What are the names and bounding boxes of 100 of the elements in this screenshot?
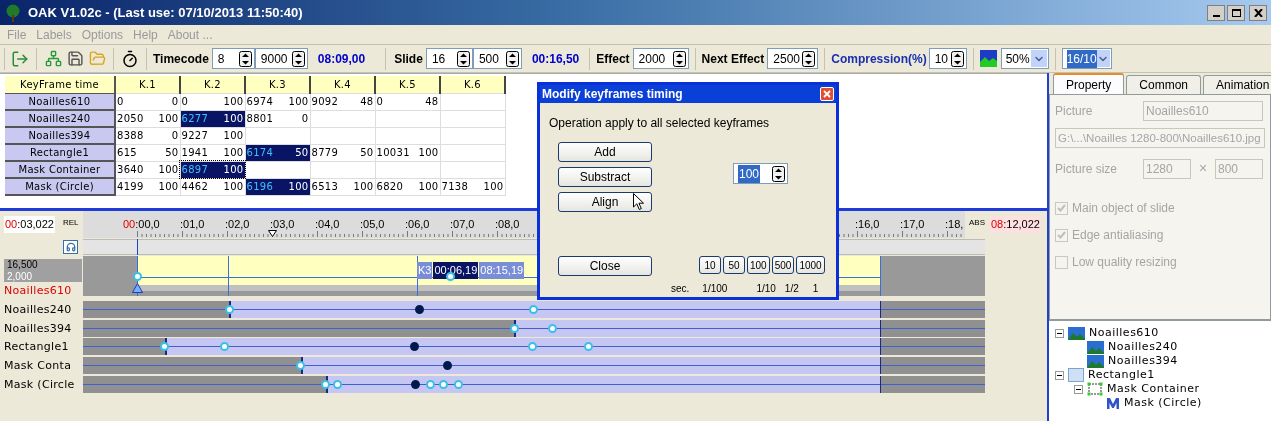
track-name: Noailles394 [4, 321, 73, 337]
keyframe-cell[interactable]: 6820 100 [375, 178, 440, 195]
compression-label: Compression(%) [831, 50, 927, 68]
tab[interactable]: Animation [1203, 75, 1271, 94]
number-field[interactable]: 9000 [254, 48, 308, 69]
landscape-picture-icon [1068, 326, 1085, 340]
spin-arrows-icon[interactable] [456, 50, 470, 67]
abs-label: ABS [969, 217, 985, 229]
column-header: K.2 [180, 76, 245, 93]
spin-arrows-icon[interactable] [238, 50, 252, 67]
tab[interactable]: Property [1053, 73, 1125, 94]
collapse-toggle-icon[interactable] [1074, 384, 1083, 394]
landscape-picture-icon [1087, 354, 1104, 368]
dropdown[interactable]: 50% [1000, 48, 1049, 69]
minimize-button[interactable] [1207, 4, 1225, 21]
checkbox-label: Low quality resizing [1072, 254, 1177, 271]
mountain-picture-icon[interactable] [979, 50, 997, 67]
tick-label: :08,0 [495, 217, 520, 232]
position-time: 00:03,022 [4, 216, 55, 233]
number-field[interactable]: 8 [211, 48, 255, 69]
slide-duration: 16,500 [4, 259, 82, 271]
track-name: Rectangle1 [4, 339, 70, 355]
close-dialog-button[interactable]: Close [558, 256, 652, 276]
dashed-frame-icon [1087, 382, 1103, 396]
timecode-label: Timecode [153, 50, 209, 68]
step-unit-label: 1/2 [784, 282, 799, 296]
number-field[interactable]: 16 [425, 48, 473, 69]
action-button[interactable]: Add [558, 142, 652, 162]
number-field[interactable]: 10 [928, 48, 967, 69]
step-unit-label: 1/10 [756, 282, 776, 296]
keyframe-cell[interactable]: 8388 0 [115, 127, 180, 144]
step-button[interactable]: 1000 [796, 256, 825, 274]
keyframe-cell[interactable]: 4462 100 [180, 178, 245, 195]
spin-arrows-icon[interactable] [950, 50, 964, 67]
letter-m-icon [1106, 396, 1120, 410]
stopwatch-icon[interactable] [120, 48, 140, 69]
maximize-button[interactable] [1227, 4, 1245, 21]
keyframe-cell[interactable]: 7138 100 [440, 178, 505, 195]
tick-label: :16,0 [855, 217, 880, 232]
keyframe-cell[interactable]: 6974 100 [245, 93, 310, 110]
close-icon [823, 90, 831, 98]
floppy-disk-icon[interactable] [65, 48, 85, 69]
keyframe-cell[interactable]: 9227 100 [180, 127, 245, 144]
spin-arrows-icon[interactable] [291, 50, 305, 67]
keyframe-cell[interactable]: 2050 100 [115, 110, 180, 127]
tick-label: :04,0 [315, 217, 340, 232]
start-marker-icon[interactable] [132, 283, 143, 293]
number-field[interactable]: 500 [472, 48, 522, 69]
spin-arrows-icon[interactable] [505, 50, 519, 67]
end-time: 08:12,022 [990, 216, 1041, 233]
step-button[interactable]: 100 [747, 256, 770, 274]
track-name: Noailles240 [4, 302, 73, 318]
keyframe-tag: 08:15,19 [479, 262, 525, 279]
tick-label: 00:00,0 [123, 217, 160, 232]
spin-arrows-icon[interactable] [802, 50, 816, 67]
dropdown[interactable]: 16/10 [1061, 48, 1112, 69]
keyframe-cell[interactable]: 4199 100 [115, 178, 180, 195]
keyframe-cell[interactable]: 8801 0 [245, 110, 310, 127]
keyframe-cell[interactable]: 6513 100 [310, 178, 375, 195]
step-unit-label: sec. [671, 282, 690, 296]
tick-label: :05,0 [360, 217, 385, 232]
field-label: Picture [1055, 103, 1094, 120]
tick-label: :01,0 [180, 217, 205, 232]
keyframe-cell[interactable]: 10031 100 [375, 144, 440, 161]
tab[interactable]: Common [1126, 75, 1202, 94]
action-button[interactable]: Align [558, 192, 652, 212]
step-button[interactable]: 10 [699, 256, 721, 274]
playhead-marker-icon[interactable] [268, 230, 277, 237]
step-unit-label: 1/100 [702, 282, 728, 296]
hierarchy-icon[interactable] [43, 48, 63, 69]
slide-name: Noailles610 [4, 283, 72, 299]
keyframe-cell[interactable]: 0 100 [180, 93, 245, 110]
tree-icon [4, 3, 22, 22]
next-effect-label: Next Effect [701, 50, 765, 68]
spin-arrows-icon[interactable] [772, 165, 785, 182]
keyframe-cell[interactable]: 9092 48 [310, 93, 375, 110]
tick-label: :18, [945, 217, 964, 232]
step-button[interactable]: 50 [723, 256, 745, 274]
column-header: K.6 [440, 76, 505, 93]
keyframe-cell[interactable]: 0 0 [115, 93, 180, 110]
window-title: OAK V1.02c - (Last use: 07/10/2013 11:50:40) [28, 3, 303, 22]
tick-label: :06,0 [405, 217, 430, 232]
rel-label: REL [63, 217, 79, 229]
keyframe-cell[interactable]: 0 48 [375, 93, 440, 110]
headphones-button[interactable] [63, 240, 78, 254]
effect-label: Effect [596, 50, 630, 68]
number-field[interactable]: 2000 [632, 48, 689, 69]
number-field[interactable]: 100 [733, 163, 788, 184]
keyframe-cell[interactable]: 8779 50 [310, 144, 375, 161]
collapse-toggle-icon[interactable] [1055, 328, 1064, 338]
close-button[interactable] [1249, 4, 1267, 21]
field-label: Picture size [1055, 160, 1119, 178]
slide-label: Slide [394, 50, 423, 68]
number-field[interactable]: 2500 [767, 48, 819, 69]
step-unit-label: 1 [812, 282, 819, 296]
collapse-toggle-icon[interactable] [1055, 370, 1064, 380]
step-button[interactable]: 500 [771, 256, 795, 274]
keyframe-cell[interactable]: 615 50 [115, 144, 180, 161]
spin-arrows-icon[interactable] [672, 50, 686, 67]
action-button[interactable]: Substract [558, 167, 652, 187]
